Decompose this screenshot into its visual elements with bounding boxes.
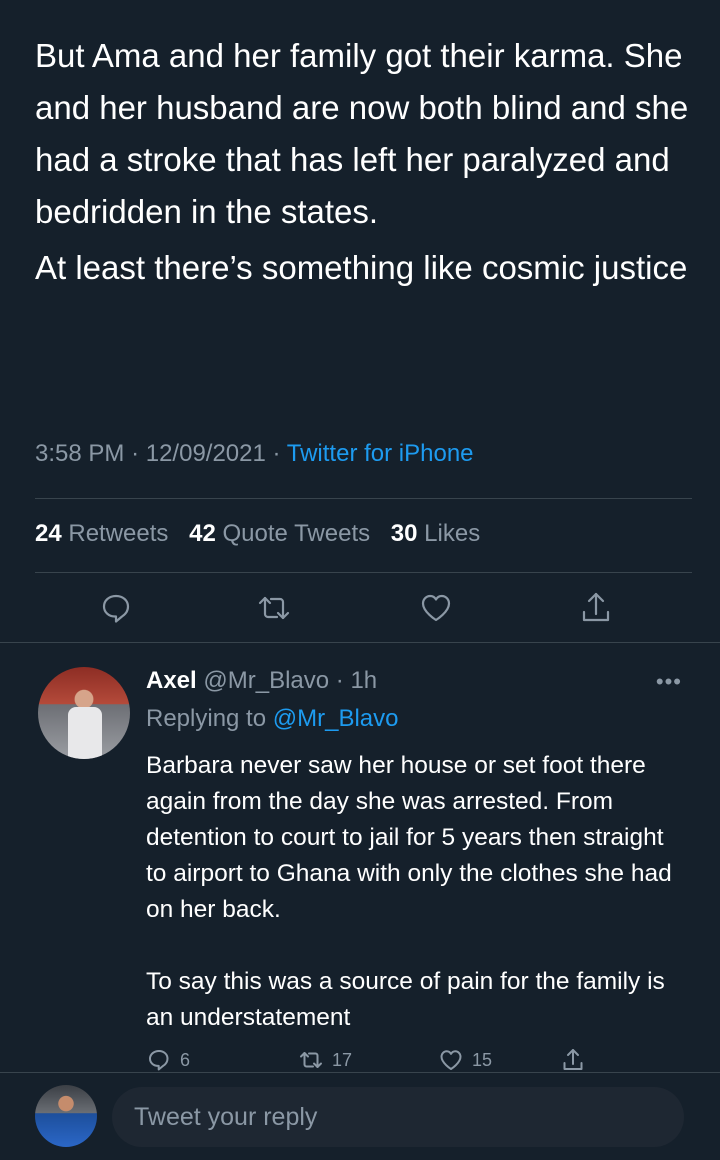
reply-likes-count: 15 — [472, 1049, 493, 1070]
tweet-stats: 24 Retweets 42 Quote Tweets 30 Likes — [35, 520, 494, 548]
reply-author-avatar[interactable] — [38, 667, 130, 759]
like-icon — [421, 594, 451, 622]
retweets-stat[interactable]: 24 Retweets — [35, 520, 168, 547]
tweet-time[interactable]: 3:58 PM — [35, 440, 124, 467]
tweet-timestamp: 3:58 PM · 12/09/2021 · Twitter for iPhon… — [35, 440, 474, 468]
share-icon — [563, 1049, 583, 1070]
reply-icon — [102, 594, 130, 623]
replying-to-handle[interactable]: @Mr_Blavo — [273, 705, 399, 732]
quote-tweets-count: 42 — [189, 520, 216, 547]
likes-label: Likes — [424, 520, 481, 547]
reply-author-name[interactable]: Axel — [146, 667, 197, 694]
tweet-text-paragraph-2: At least there’s something like cosmic j… — [35, 249, 688, 286]
like-button[interactable] — [418, 590, 458, 630]
reply-reply-button[interactable]: 6 — [146, 1045, 190, 1075]
reply-like-button[interactable]: 15 — [438, 1045, 492, 1075]
like-icon — [440, 1050, 462, 1070]
reply-author-handle[interactable]: @Mr_Blavo — [203, 667, 329, 694]
meta-separator: · — [335, 667, 344, 694]
retweets-count: 24 — [35, 520, 62, 547]
quote-tweets-stat[interactable]: 42 Quote Tweets — [189, 520, 370, 547]
quote-tweets-label: Quote Tweets — [222, 520, 371, 547]
meta-separator: · — [131, 440, 146, 467]
reply-button[interactable] — [98, 590, 138, 630]
reply-icon — [149, 1050, 169, 1071]
retweets-label: Retweets — [68, 520, 169, 547]
reply-text-paragraph-1: Barbara never saw her house or set foot … — [146, 752, 672, 923]
reply-retweet-button[interactable]: 17 — [298, 1045, 352, 1075]
divider — [0, 642, 720, 643]
divider — [35, 498, 692, 499]
retweet-button[interactable] — [256, 590, 296, 630]
more-options-icon[interactable]: ••• — [656, 669, 682, 695]
current-user-avatar[interactable] — [35, 1085, 97, 1147]
replying-to: Replying to @Mr_Blavo — [146, 705, 398, 733]
tweet-source-link[interactable]: Twitter for iPhone — [287, 440, 474, 467]
share-icon — [582, 592, 610, 622]
likes-count: 30 — [390, 520, 418, 547]
divider — [35, 572, 692, 573]
reply-author-line: Axel @Mr_Blavo · 1h — [146, 667, 377, 695]
reply-share-button[interactable] — [560, 1045, 594, 1075]
replying-to-label: Replying to — [146, 705, 267, 732]
share-button[interactable] — [578, 590, 618, 630]
reply-tweet[interactable]: Axel @Mr_Blavo · 1h ••• Replying to @Mr_… — [0, 645, 720, 1085]
reply-retweets-count: 17 — [332, 1049, 353, 1070]
likes-stat[interactable]: 30 Likes — [391, 520, 480, 547]
reply-replies-count: 6 — [180, 1049, 191, 1070]
reply-text-paragraph-2: To say this was a source of pain for the… — [146, 968, 665, 1031]
tweet-text-paragraph-1: But Ama and her family got their karma. … — [35, 37, 689, 230]
retweet-icon — [300, 1052, 322, 1068]
retweet-icon — [258, 596, 290, 620]
reply-composer — [0, 1073, 720, 1160]
main-tweet: But Ama and her family got their karma. … — [35, 30, 695, 298]
meta-separator: · — [272, 440, 287, 467]
tweet-date[interactable]: 12/09/2021 — [146, 440, 266, 467]
tweet-action-bar — [0, 590, 720, 636]
reply-time[interactable]: 1h — [350, 667, 377, 694]
reply-text: Barbara never saw her house or set foot … — [146, 748, 686, 1036]
tweet-reply-input[interactable] — [112, 1087, 684, 1147]
